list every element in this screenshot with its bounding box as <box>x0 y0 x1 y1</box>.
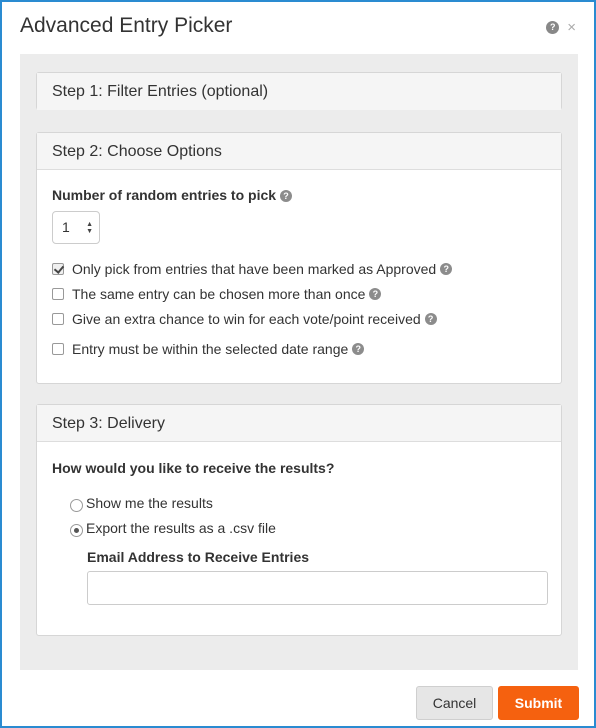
step2-panel: Step 2: Choose Options Number of random … <box>36 132 562 384</box>
help-icon[interactable]: ? <box>369 288 382 300</box>
choice-show-results[interactable]: Show me the results <box>70 493 213 512</box>
random-count-label-text: Number of random entries to pick <box>52 187 277 203</box>
step1-panel[interactable]: Step 1: Filter Entries (optional) <box>36 72 562 110</box>
option-label: The same entry can be chosen more than o… <box>72 286 366 302</box>
email-label: Email Address to Receive Entries <box>87 549 310 565</box>
close-icon[interactable]: × <box>567 20 576 35</box>
dialog-body: Step 1: Filter Entries (optional) Step 2… <box>20 54 578 670</box>
help-icon[interactable]: ? <box>280 190 293 203</box>
option-label: Only pick from entries that have been ma… <box>72 261 437 277</box>
choice-export-csv[interactable]: Export the results as a .csv file <box>70 518 276 537</box>
advanced-entry-picker-dialog: Advanced Entry Picker ? × Step 1: Filter… <box>0 0 596 728</box>
random-count-label: Number of random entries to pick? <box>52 187 293 203</box>
step3-panel: Step 3: Delivery How would you like to r… <box>36 404 562 636</box>
option-date-range[interactable]: Entry must be within the selected date r… <box>52 341 365 357</box>
random-count-select[interactable]: 1 ▲ ▼ <box>52 211 100 244</box>
step3-header: Step 3: Delivery <box>37 405 561 442</box>
help-icon[interactable]: ? <box>440 263 453 275</box>
option-repeat-entries[interactable]: The same entry can be chosen more than o… <box>52 286 382 302</box>
select-arrows-icon: ▲ ▼ <box>86 221 93 235</box>
option-extra-chance[interactable]: Give an extra chance to win for each vot… <box>52 311 437 327</box>
radio-icon[interactable] <box>70 524 83 537</box>
submit-button[interactable]: Submit <box>498 686 579 720</box>
delivery-question: How would you like to receive the result… <box>52 460 335 476</box>
checkbox-icon[interactable] <box>52 313 64 325</box>
checkbox-icon[interactable] <box>52 343 64 355</box>
step2-header: Step 2: Choose Options <box>37 133 561 170</box>
dialog-title: Advanced Entry Picker <box>20 14 233 37</box>
checkbox-icon[interactable] <box>52 263 64 275</box>
option-label: Entry must be within the selected date r… <box>72 341 349 357</box>
step1-header[interactable]: Step 1: Filter Entries (optional) <box>37 73 561 110</box>
email-input[interactable] <box>87 571 548 605</box>
help-icon[interactable]: ? <box>546 21 560 34</box>
choice-label: Export the results as a .csv file <box>86 519 276 536</box>
random-count-value: 1 <box>62 219 70 235</box>
checkbox-icon[interactable] <box>52 288 64 300</box>
choice-label: Show me the results <box>86 494 213 511</box>
cancel-button[interactable]: Cancel <box>416 686 493 720</box>
radio-icon[interactable] <box>70 499 83 512</box>
option-label: Give an extra chance to win for each vot… <box>72 311 421 327</box>
help-icon[interactable]: ? <box>424 313 437 325</box>
option-approved-only[interactable]: Only pick from entries that have been ma… <box>52 261 453 277</box>
help-icon[interactable]: ? <box>352 343 365 355</box>
title-actions: ? × <box>546 20 576 35</box>
